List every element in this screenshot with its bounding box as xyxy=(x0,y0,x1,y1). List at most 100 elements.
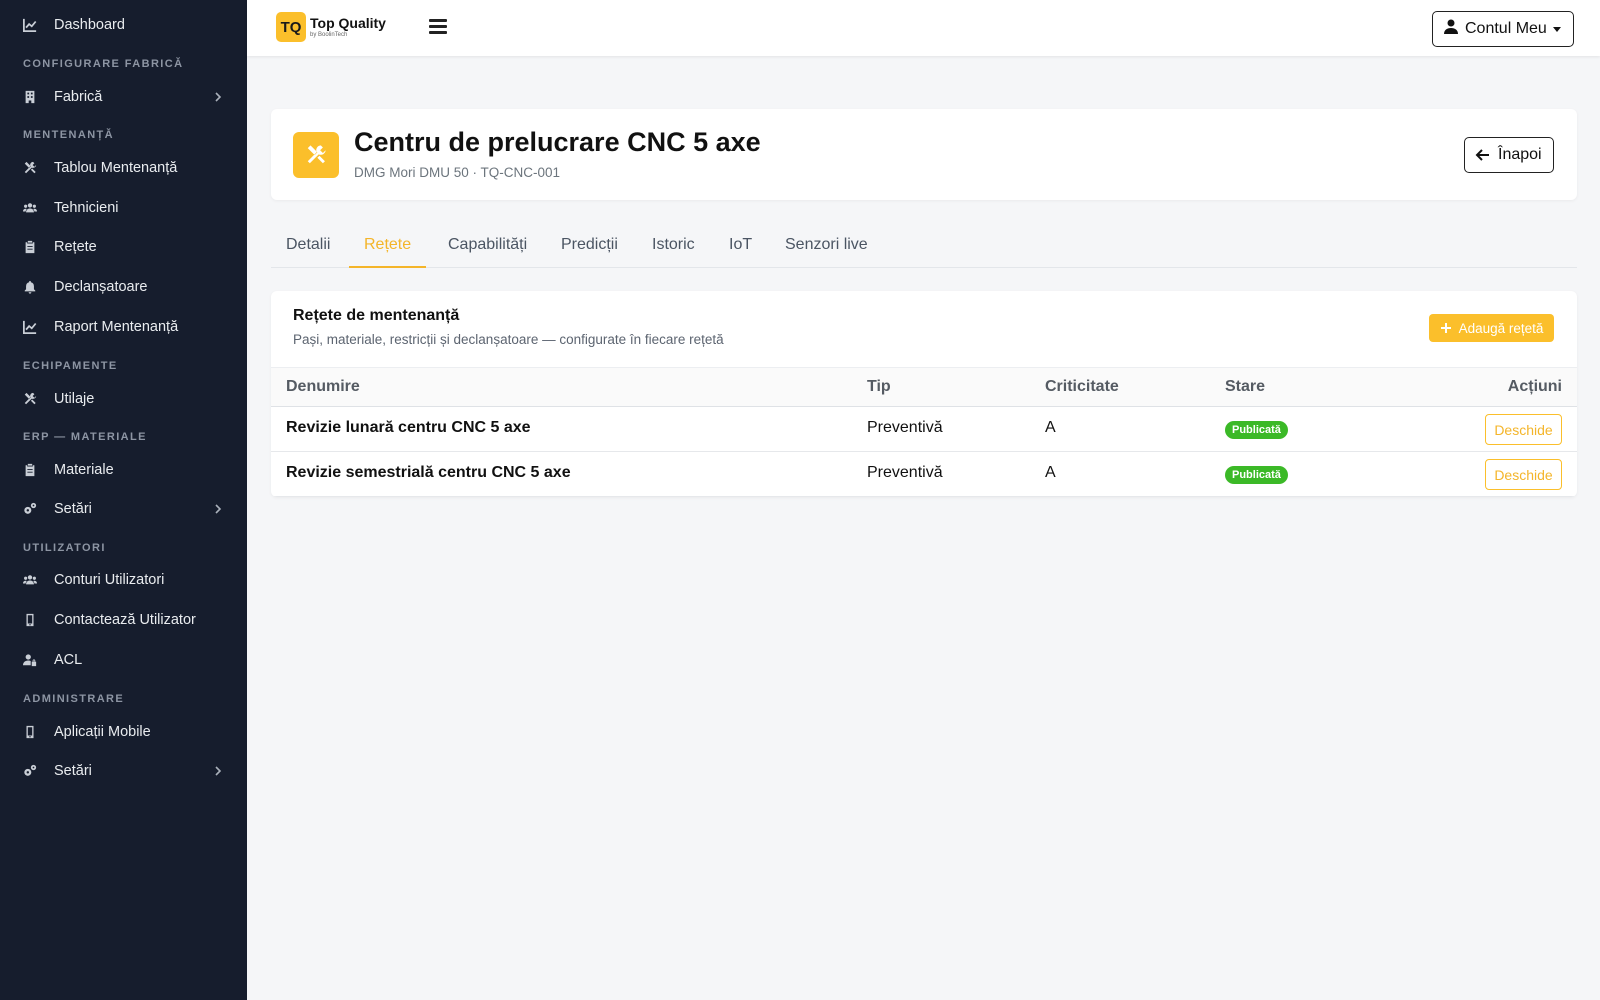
recipe-criticality: A xyxy=(1045,419,1056,436)
sidebar-item-label: Materiale xyxy=(54,462,114,478)
building-icon xyxy=(23,90,37,104)
sidebar-item-utilaje[interactable]: Utilaje xyxy=(0,380,247,418)
sidebar-item-setari-admin[interactable]: Setări xyxy=(0,752,247,790)
recipes-title: Rețete de mentenanță xyxy=(293,307,460,324)
equipment-header: Centru de prelucrare CNC 5 axe DMG Mori … xyxy=(271,109,1577,200)
plus-icon xyxy=(1440,323,1451,333)
logo-mark: TQ xyxy=(276,12,306,42)
sidebar-item-acl[interactable]: ACL xyxy=(0,641,247,679)
column-header[interactable]: Criticitate xyxy=(1045,378,1119,396)
recipe-criticality: A xyxy=(1045,464,1056,481)
arrow-left-icon xyxy=(1475,149,1489,161)
sidebar-item-declansatoare[interactable]: Declanșatoare xyxy=(0,268,247,306)
account-menu-button[interactable]: Contul Meu xyxy=(1432,11,1574,47)
sidebar: Dashboard CONFIGURARE FABRICĂ Fabrică ME… xyxy=(0,0,247,1000)
sidebar-item-label: Contactează Utilizator xyxy=(54,612,196,628)
bell-icon xyxy=(23,280,37,294)
sidebar-item-label: Declanșatoare xyxy=(54,279,148,295)
user-lock-icon xyxy=(23,653,37,667)
chart-line-icon xyxy=(23,18,37,32)
menu-toggle-icon[interactable] xyxy=(429,19,447,37)
tools-icon xyxy=(23,161,37,175)
recipe-type: Preventivă xyxy=(867,419,943,436)
sidebar-heading: ERP — MATERIALE xyxy=(23,431,147,443)
column-header[interactable]: Tip xyxy=(867,378,891,396)
sidebar-item-label: ACL xyxy=(54,652,83,668)
tab-capabilitati[interactable]: Capabilități xyxy=(433,229,542,268)
logo-name: Top Quality xyxy=(310,15,386,31)
tab-detalii[interactable]: Detalii xyxy=(271,229,345,268)
sidebar-item-retete[interactable]: Rețete xyxy=(0,228,247,266)
sidebar-item-contacteaza-utilizator[interactable]: Contactează Utilizator xyxy=(0,601,247,639)
chevron-right-icon xyxy=(211,502,225,516)
logo[interactable]: TQ Top Quality by BoolinTech xyxy=(276,12,386,42)
add-recipe-label: Adaugă rețetă xyxy=(1458,320,1544,336)
logo-subtitle: by BoolinTech xyxy=(310,32,348,38)
sidebar-item-raport-mentenanta[interactable]: Raport Mentenanță xyxy=(0,308,247,346)
tab-iot[interactable]: IoT xyxy=(714,229,767,268)
caret-down-icon xyxy=(1552,26,1561,32)
tab-senzori-live[interactable]: Senzori live xyxy=(770,229,883,268)
topbar: TQ Top Quality by BoolinTech Contul Meu xyxy=(247,0,1600,56)
clipboard-icon xyxy=(23,240,37,254)
sidebar-item-dashboard[interactable]: Dashboard xyxy=(0,6,247,44)
sidebar-item-label: Setări xyxy=(54,501,92,517)
sidebar-item-tablou-mentenanta[interactable]: Tablou Mentenanță xyxy=(0,149,247,187)
sidebar-item-setari-erp[interactable]: Setări xyxy=(0,490,247,528)
status-badge: Publicată xyxy=(1225,421,1288,439)
sidebar-item-label: Fabrică xyxy=(54,89,103,105)
sidebar-item-label: Tablou Mentenanță xyxy=(54,160,178,176)
tab-istoric[interactable]: Istoric xyxy=(637,229,710,268)
chart-line-icon xyxy=(23,320,37,334)
sidebar-heading: ECHIPAMENTE xyxy=(23,360,118,372)
sidebar-item-fabrica[interactable]: Fabrică xyxy=(0,78,247,116)
recipe-name: Revizie semestrială centru CNC 5 axe xyxy=(286,464,571,481)
sidebar-item-label: Raport Mentenanță xyxy=(54,319,179,335)
recipes-subtitle: Pași, materiale, restricții și declanșat… xyxy=(293,332,724,347)
recipe-type: Preventivă xyxy=(867,464,943,481)
tab-bar: Detalii Rețete Capabilități Predicții Is… xyxy=(271,229,1577,268)
table-row[interactable]: Revizie semestrială centru CNC 5 axe Pre… xyxy=(271,452,1577,497)
column-header[interactable]: Denumire xyxy=(286,378,360,396)
sidebar-item-label: Utilaje xyxy=(54,391,95,407)
table-row[interactable]: Revizie lunară centru CNC 5 axe Preventi… xyxy=(271,407,1577,452)
gears-icon xyxy=(23,502,37,516)
sidebar-heading: CONFIGURARE FABRICĂ xyxy=(23,58,184,70)
open-recipe-button[interactable]: Deschide xyxy=(1485,459,1562,490)
sidebar-item-aplicatii-mobile[interactable]: Aplicații Mobile xyxy=(0,713,247,751)
column-header[interactable]: Stare xyxy=(1225,378,1265,396)
column-header: Acțiuni xyxy=(1507,378,1562,395)
table-header: Denumire Tip Criticitate Stare Acțiuni xyxy=(271,367,1577,407)
sidebar-heading: MENTENANȚĂ xyxy=(23,129,114,141)
add-recipe-button[interactable]: Adaugă rețetă xyxy=(1429,314,1554,342)
chevron-right-icon xyxy=(211,90,225,104)
chevron-right-icon xyxy=(211,764,225,778)
tools-icon xyxy=(293,132,339,178)
sidebar-heading: ADMINISTRARE xyxy=(23,693,125,705)
account-menu-label: Contul Meu xyxy=(1465,20,1547,37)
sidebar-item-label: Aplicații Mobile xyxy=(54,724,151,740)
user-icon xyxy=(1444,19,1458,39)
tab-predictii[interactable]: Predicții xyxy=(546,229,633,268)
sidebar-item-label: Rețete xyxy=(54,239,97,255)
sidebar-item-label: Dashboard xyxy=(54,17,125,33)
sidebar-item-conturi-utilizatori[interactable]: Conturi Utilizatori xyxy=(0,561,247,599)
back-button-label: Înapoi xyxy=(1498,146,1542,163)
sidebar-item-tehnicieni[interactable]: Tehnicieni xyxy=(0,189,247,227)
users-icon xyxy=(23,573,37,587)
page-title: Centru de prelucrare CNC 5 axe xyxy=(354,127,761,157)
recipe-name: Revizie lunară centru CNC 5 axe xyxy=(286,419,531,436)
recipes-card: Rețete de mentenanță Pași, materiale, re… xyxy=(271,291,1577,497)
users-icon xyxy=(23,201,37,215)
tab-retete[interactable]: Rețete xyxy=(349,229,427,268)
back-button[interactable]: Înapoi xyxy=(1464,137,1554,173)
mobile-icon xyxy=(23,725,37,739)
open-recipe-button[interactable]: Deschide xyxy=(1485,414,1562,445)
sidebar-heading: UTILIZATORI xyxy=(23,542,106,554)
sidebar-item-materiale[interactable]: Materiale xyxy=(0,451,247,489)
page-subtitle: DMG Mori DMU 50 · TQ-CNC-001 xyxy=(354,165,561,180)
sidebar-item-label: Tehnicieni xyxy=(54,200,119,216)
mobile-icon xyxy=(23,613,37,627)
status-badge: Publicată xyxy=(1225,466,1288,484)
sidebar-item-label: Setări xyxy=(54,763,92,779)
